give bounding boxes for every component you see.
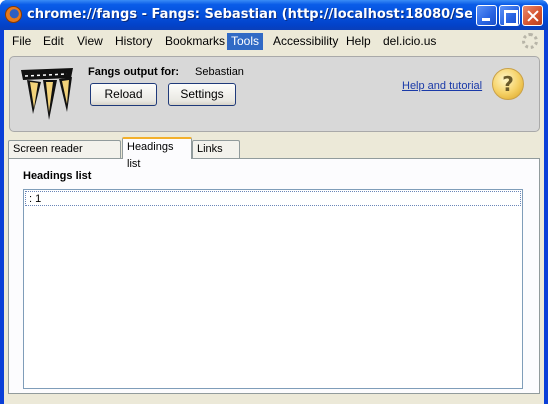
- headings-tab-panel: Headings list : 1: [8, 158, 540, 394]
- menu-edit[interactable]: Edit: [39, 33, 68, 50]
- tab-screen-reader-output[interactable]: Screen reader output: [8, 140, 121, 172]
- maximize-button[interactable]: [499, 5, 520, 26]
- headings-listbox[interactable]: : 1: [23, 189, 523, 389]
- menu-delicious[interactable]: del.icio.us: [379, 33, 440, 50]
- fangs-header-panel: Fangs output for: Sebastian Reload Setti…: [9, 56, 540, 132]
- fangs-output-label: Fangs output for:: [88, 66, 180, 78]
- title-bar[interactable]: chrome://fangs - Fangs: Sebastian (http:…: [0, 0, 548, 30]
- menu-bookmarks[interactable]: Bookmarks: [161, 33, 229, 50]
- tab-headings-list[interactable]: Headings list: [122, 137, 192, 170]
- window-title: chrome://fangs - Fangs: Sebastian (http:…: [27, 7, 472, 22]
- menu-view[interactable]: View: [73, 33, 107, 50]
- menu-file[interactable]: File: [8, 33, 35, 50]
- firefox-icon: [5, 6, 22, 23]
- list-item[interactable]: : 1: [25, 191, 521, 206]
- fangs-logo-icon: [17, 64, 77, 122]
- menu-tools[interactable]: Tools: [227, 33, 264, 50]
- minimize-button[interactable]: [476, 5, 497, 26]
- fangs-output-user: Sebastian: [195, 66, 244, 78]
- menu-accessibility[interactable]: Accessibility: [269, 33, 342, 50]
- tab-links-list[interactable]: Links list: [192, 140, 240, 172]
- settings-button[interactable]: Settings: [168, 83, 236, 106]
- headings-list-title: Headings list: [23, 170, 92, 182]
- reload-button[interactable]: Reload: [90, 83, 157, 106]
- close-button[interactable]: [522, 5, 543, 26]
- help-tutorial-link[interactable]: Help and tutorial: [402, 80, 482, 92]
- client-area: File Edit View History Bookmarks Tools A…: [4, 30, 544, 404]
- menu-history[interactable]: History: [111, 33, 156, 50]
- menu-bar: File Edit View History Bookmarks Tools A…: [4, 30, 544, 52]
- status-strip: [4, 396, 544, 404]
- throbber-icon: [522, 33, 538, 49]
- browser-window: chrome://fangs - Fangs: Sebastian (http:…: [0, 0, 548, 404]
- help-question-icon[interactable]: ?: [492, 68, 524, 100]
- menu-help[interactable]: Help: [342, 33, 375, 50]
